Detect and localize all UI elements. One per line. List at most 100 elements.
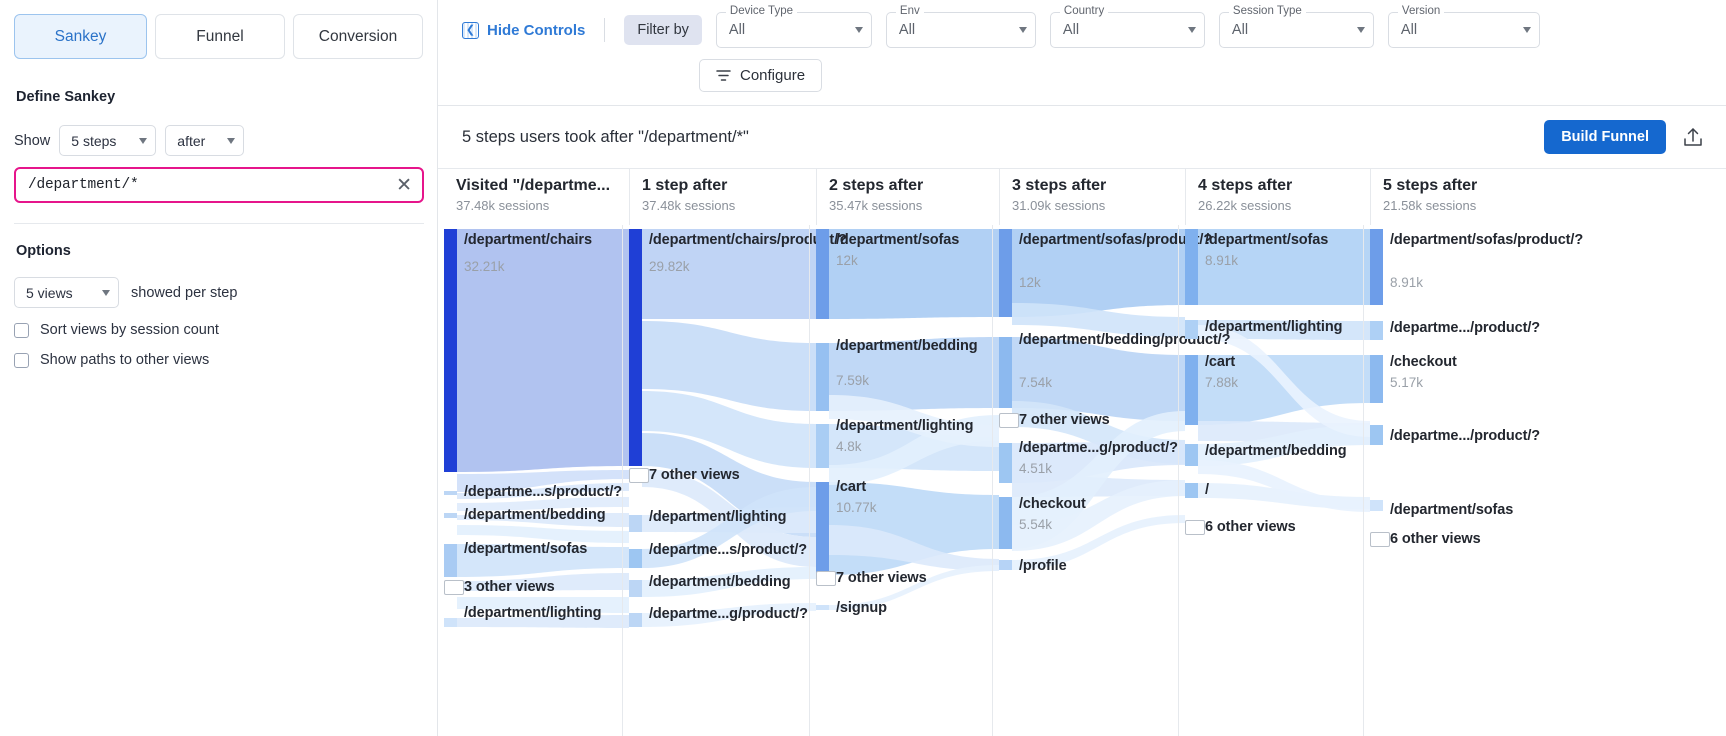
sankey-node-bar[interactable] (816, 605, 829, 610)
sankey-query-input[interactable]: /department/* ✕ (14, 167, 424, 203)
filter-version-value: All (1400, 22, 1418, 38)
export-upload-icon[interactable] (1682, 125, 1704, 149)
sankey-node-bar[interactable] (1370, 355, 1383, 403)
sankey-node-label[interactable]: /department/lighting (464, 604, 623, 622)
sankey-node-bar[interactable] (444, 229, 457, 472)
sankey-node-bar[interactable] (1185, 444, 1198, 466)
sankey-node-label[interactable]: /departme...g/product/? (649, 605, 808, 623)
checkbox-icon[interactable] (14, 322, 29, 338)
sankey-node-label[interactable]: /department/sofas (836, 231, 995, 249)
sankey-node-bar[interactable] (1185, 355, 1198, 425)
hide-controls-button[interactable]: ❮ Hide Controls (462, 21, 585, 39)
sankey-node-label[interactable]: 6 other views (1390, 530, 1549, 548)
sankey-node-bar[interactable] (816, 229, 829, 319)
sankey-node-bar[interactable] (816, 343, 829, 411)
sankey-node-label[interactable]: /department/bedding/product/? (1019, 331, 1230, 349)
sankey-node-label[interactable]: /department/sofas (464, 540, 623, 558)
close-icon[interactable]: ✕ (396, 176, 412, 195)
chevron-down-icon (1522, 27, 1531, 33)
sankey-node-label[interactable]: /department/sofas/product/? (1390, 231, 1583, 249)
views-per-step-select[interactable]: 5 views (14, 277, 119, 308)
sankey-node-bar[interactable] (1370, 425, 1383, 445)
other-views-checkbox[interactable] (629, 468, 649, 483)
sankey-node-label[interactable]: 7 other views (836, 569, 995, 587)
sankey-node-label[interactable]: /departme.../product/? (1390, 319, 1549, 337)
sankey-node-label[interactable]: /signup (836, 599, 995, 617)
sankey-node-label[interactable]: 3 other views (464, 578, 623, 596)
sankey-node-bar[interactable] (629, 580, 642, 597)
configure-button[interactable]: Configure (699, 59, 823, 92)
other-views-checkbox[interactable] (1370, 532, 1390, 547)
sankey-node-label[interactable]: /cart (1205, 353, 1364, 371)
sankey-node-bar[interactable] (816, 424, 829, 468)
sankey-node-bar[interactable] (1370, 321, 1383, 340)
sankey-node-bar[interactable] (1370, 500, 1383, 511)
sankey-node-bar[interactable] (1185, 483, 1198, 498)
sankey-node-bar[interactable] (629, 613, 642, 627)
sankey-node-label[interactable]: /department/bedding (836, 337, 995, 355)
sankey-node-bar[interactable] (999, 337, 1012, 408)
sankey-node-bar[interactable] (1185, 320, 1198, 339)
direction-select[interactable]: after (165, 125, 245, 156)
sankey-node-label[interactable]: /department/bedding (464, 506, 623, 524)
sankey-node-bar[interactable] (999, 560, 1012, 570)
sankey-column-header: 3 steps after 31.09k sessions (999, 169, 1184, 225)
filter-by-button[interactable]: Filter by (624, 15, 702, 45)
sankey-node-label[interactable]: /department/lighting (649, 508, 808, 526)
build-funnel-button[interactable]: Build Funnel (1544, 120, 1666, 154)
other-views-checkbox[interactable] (444, 580, 464, 595)
sankey-node-label[interactable]: /department/sofas (1205, 231, 1364, 249)
sankey-column-divider (1178, 225, 1179, 736)
sankey-node-bar[interactable] (444, 618, 457, 627)
sankey-node-label[interactable]: /checkout (1390, 353, 1549, 371)
steps-select[interactable]: 5 steps (59, 125, 157, 156)
filter-device-type[interactable]: Device Type All (715, 5, 872, 48)
tab-conversion[interactable]: Conversion (293, 14, 423, 59)
other-views-checkbox[interactable] (1185, 520, 1205, 535)
checkbox-sort-views[interactable]: Sort views by session count (14, 322, 423, 338)
sankey-node-value: 8.91k (1390, 275, 1424, 290)
sankey-node-label[interactable]: 7 other views (1019, 411, 1178, 429)
sankey-node-bar[interactable] (1185, 229, 1198, 305)
sankey-node-bar[interactable] (629, 515, 642, 532)
sankey-node-bar[interactable] (444, 544, 457, 577)
sankey-node-label[interactable]: /department/chairs/product/? (649, 231, 847, 249)
sankey-node-label[interactable]: /departme...s/product/? (649, 541, 808, 559)
sankey-node-label[interactable]: /departme...s/product/? (464, 483, 623, 501)
tab-funnel[interactable]: Funnel (155, 14, 285, 59)
sankey-node-label[interactable]: /departme...g/product/? (1019, 439, 1178, 457)
sankey-node-label[interactable]: /department/sofas/product/? (1019, 231, 1212, 249)
sankey-node-label[interactable]: /profile (1019, 557, 1178, 575)
sankey-node-label[interactable]: /department/bedding (1205, 442, 1364, 460)
sankey-node-bar[interactable] (816, 482, 829, 575)
sankey-node-label[interactable]: /department/chairs (464, 231, 623, 249)
sankey-node-label[interactable]: 6 other views (1205, 518, 1364, 536)
filter-env[interactable]: Env All (885, 5, 1036, 48)
sankey-node-label[interactable]: /department/sofas (1390, 501, 1549, 519)
sankey-node-bar[interactable] (999, 443, 1012, 483)
sankey-node-label[interactable]: /checkout (1019, 495, 1178, 513)
sankey-node-bar[interactable] (999, 497, 1012, 549)
sankey-node-label[interactable]: /department/lighting (836, 417, 995, 435)
sankey-node-label[interactable]: /department/bedding (649, 573, 808, 591)
sankey-node-bar[interactable] (629, 229, 642, 466)
checkbox-icon[interactable] (14, 352, 29, 368)
tab-sankey[interactable]: Sankey (14, 14, 147, 59)
sankey-node-label[interactable]: / (1205, 481, 1364, 499)
sankey-node-bar[interactable] (444, 491, 457, 495)
sankey-node-bar[interactable] (999, 229, 1012, 317)
sankey-node-label[interactable]: /department/lighting (1205, 318, 1364, 336)
sankey-node-label[interactable]: 7 other views (649, 466, 808, 484)
checkbox-show-other-paths[interactable]: Show paths to other views (14, 352, 423, 368)
sankey-node-bar[interactable] (629, 549, 642, 568)
other-views-checkbox[interactable] (999, 413, 1019, 428)
sankey-node-bar[interactable] (444, 513, 457, 518)
filter-session-type[interactable]: Session Type All (1218, 5, 1374, 48)
filter-country[interactable]: Country All (1049, 5, 1205, 48)
sankey-node-label[interactable]: /departme.../product/? (1390, 427, 1549, 445)
sankey-node-bar[interactable] (1370, 229, 1383, 305)
other-views-checkbox[interactable] (816, 571, 836, 586)
filter-version[interactable]: Version All (1387, 5, 1540, 48)
sankey-node-label[interactable]: /cart (836, 478, 995, 496)
column-header-title: 3 steps after (1012, 177, 1107, 194)
